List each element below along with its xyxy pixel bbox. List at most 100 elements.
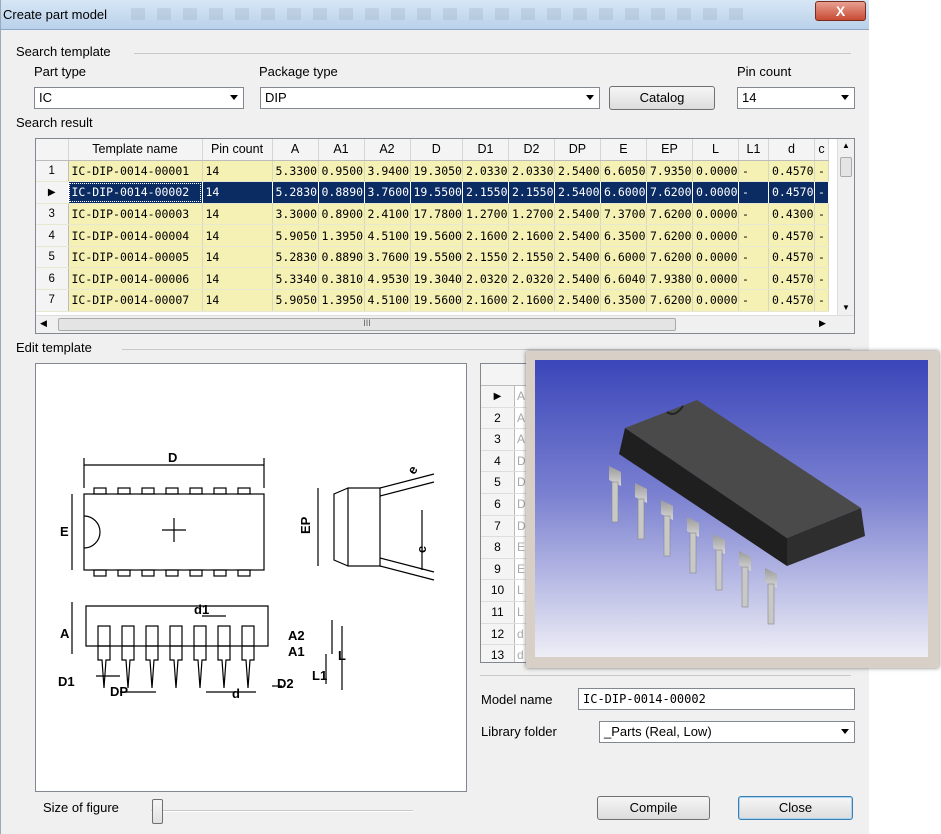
table-cell[interactable]: 7.6200 xyxy=(646,246,693,269)
table-cell[interactable]: 7.3700 xyxy=(600,203,647,226)
table-cell[interactable]: 2.5400 xyxy=(554,203,601,226)
table-cell[interactable]: 7.9350 xyxy=(646,160,693,183)
table-cell[interactable]: 0.8890 xyxy=(318,181,365,204)
col-header[interactable]: D2 xyxy=(508,139,555,161)
compile-button[interactable]: Compile xyxy=(597,796,710,820)
table-cell[interactable]: IC-DIP-0014-00003 xyxy=(68,203,203,226)
table-cell[interactable]: 2.1600 xyxy=(508,224,555,247)
close-button[interactable]: Close xyxy=(738,796,853,820)
scroll-left-arrow-icon[interactable]: ◀ xyxy=(40,318,47,329)
table-cell[interactable]: 2.5400 xyxy=(554,289,601,312)
table-cell[interactable]: 1.2700 xyxy=(462,203,509,226)
table-cell[interactable]: 0.0000 xyxy=(692,289,739,312)
table-cell[interactable]: 0.0000 xyxy=(692,224,739,247)
col-header[interactable]: EP xyxy=(646,139,693,161)
vertical-scroll-thumb[interactable] xyxy=(840,157,852,177)
table-cell[interactable]: 2.1600 xyxy=(508,289,555,312)
table-cell[interactable]: 5.2830 xyxy=(272,181,319,204)
table-cell[interactable]: 2.0330 xyxy=(462,160,509,183)
table-row[interactable]: 6 IC-DIP-0014-00006 14 5.3340 0.3810 4.9530 19… xyxy=(36,267,829,291)
pin-count-select[interactable]: 14 xyxy=(737,87,855,109)
table-cell[interactable]: 17.7800 xyxy=(410,203,463,226)
table-cell[interactable]: 0.0000 xyxy=(692,246,739,269)
table-cell[interactable]: 0.9500 xyxy=(318,160,365,183)
table-cell[interactable]: - xyxy=(814,289,829,312)
table-cell[interactable]: 0.0000 xyxy=(692,267,739,291)
col-header[interactable]: D1 xyxy=(462,139,509,161)
table-cell[interactable]: 14 xyxy=(202,160,273,183)
table-cell[interactable]: 0.4300 xyxy=(768,203,815,226)
window-close-button[interactable]: X xyxy=(815,1,866,21)
model-name-input[interactable]: IC-DIP-0014-00002 xyxy=(578,688,855,710)
table-cell[interactable]: 5.9050 xyxy=(272,289,319,312)
table-cell[interactable]: 2.5400 xyxy=(554,267,601,291)
table-cell[interactable]: - xyxy=(814,246,829,269)
table-cell[interactable]: 0.4570 xyxy=(768,246,815,269)
table-cell[interactable]: 5.9050 xyxy=(272,224,319,247)
table-cell[interactable]: 0.8900 xyxy=(318,203,365,226)
package-type-select[interactable]: DIP xyxy=(260,87,600,109)
table-cell[interactable]: 0.4570 xyxy=(768,224,815,247)
table-cell[interactable]: - xyxy=(738,160,769,183)
table-cell[interactable]: IC-DIP-0014-00002 xyxy=(68,181,203,204)
scroll-up-arrow-icon[interactable]: ▲ xyxy=(838,139,854,153)
col-header[interactable]: c xyxy=(814,139,829,161)
table-cell[interactable]: 1.2700 xyxy=(508,203,555,226)
col-header[interactable]: A2 xyxy=(364,139,411,161)
col-header[interactable]: d xyxy=(768,139,815,161)
table-cell[interactable]: 2.1550 xyxy=(462,246,509,269)
table-cell[interactable]: 2.1550 xyxy=(508,181,555,204)
vertical-scrollbar[interactable]: ▲ ▼ xyxy=(837,139,854,315)
table-cell[interactable]: 2.5400 xyxy=(554,246,601,269)
table-cell[interactable]: - xyxy=(814,203,829,226)
table-row[interactable]: 4 IC-DIP-0014-00004 14 5.9050 1.3950 4.5100 19… xyxy=(36,224,829,247)
table-cell[interactable]: 2.0320 xyxy=(462,267,509,291)
table-cell[interactable]: 4.9530 xyxy=(364,267,411,291)
table-cell[interactable]: - xyxy=(738,224,769,247)
library-folder-select[interactable]: _Parts (Real, Low) xyxy=(599,721,855,743)
table-cell[interactable]: IC-DIP-0014-00001 xyxy=(68,160,203,183)
table-cell[interactable]: 5.3300 xyxy=(272,160,319,183)
table-cell[interactable]: 6.6050 xyxy=(600,160,647,183)
table-cell[interactable]: 19.3040 xyxy=(410,267,463,291)
table-cell[interactable]: - xyxy=(814,267,829,291)
table-cell[interactable]: 7.6200 xyxy=(646,224,693,247)
col-header[interactable]: D xyxy=(410,139,463,161)
table-cell[interactable]: 7.6200 xyxy=(646,181,693,204)
table-cell[interactable]: 2.5400 xyxy=(554,181,601,204)
table-cell[interactable]: 5.3340 xyxy=(272,267,319,291)
table-cell[interactable]: 0.0000 xyxy=(692,181,739,204)
size-of-figure-slider-track[interactable] xyxy=(151,810,413,812)
table-cell[interactable]: 0.4570 xyxy=(768,267,815,291)
table-cell[interactable]: 3.7600 xyxy=(364,246,411,269)
table-cell[interactable]: 0.0000 xyxy=(692,160,739,183)
horizontal-scroll-thumb[interactable]: III xyxy=(58,318,676,331)
part-type-select[interactable]: IC xyxy=(34,87,244,109)
col-header[interactable]: A xyxy=(272,139,319,161)
search-result-grid[interactable]: Template name Pin count A A1 A2 D D1 D2 … xyxy=(35,138,855,334)
table-cell[interactable]: 3.9400 xyxy=(364,160,411,183)
col-header[interactable]: DP xyxy=(554,139,601,161)
table-cell[interactable]: 0.8890 xyxy=(318,246,365,269)
table-cell[interactable]: 6.6000 xyxy=(600,246,647,269)
table-cell[interactable]: 1.3950 xyxy=(318,289,365,312)
table-cell[interactable]: 0.4570 xyxy=(768,160,815,183)
table-cell[interactable]: 19.5600 xyxy=(410,224,463,247)
table-cell[interactable]: - xyxy=(738,181,769,204)
table-cell[interactable]: - xyxy=(814,224,829,247)
table-cell[interactable]: IC-DIP-0014-00007 xyxy=(68,289,203,312)
col-header[interactable]: L xyxy=(692,139,739,161)
table-cell[interactable]: IC-DIP-0014-00004 xyxy=(68,224,203,247)
col-header[interactable]: Template name xyxy=(68,139,203,161)
table-cell[interactable]: - xyxy=(814,181,829,204)
table-cell[interactable]: IC-DIP-0014-00006 xyxy=(68,267,203,291)
catalog-button[interactable]: Catalog xyxy=(609,86,715,110)
table-cell[interactable]: - xyxy=(814,160,829,183)
table-cell[interactable]: 2.4100 xyxy=(364,203,411,226)
table-cell[interactable]: 2.0320 xyxy=(508,267,555,291)
table-cell[interactable]: 14 xyxy=(202,181,273,204)
scroll-down-arrow-icon[interactable]: ▼ xyxy=(838,301,854,315)
table-cell[interactable]: 14 xyxy=(202,289,273,312)
table-cell[interactable]: 14 xyxy=(202,224,273,247)
table-cell[interactable]: 4.5100 xyxy=(364,289,411,312)
